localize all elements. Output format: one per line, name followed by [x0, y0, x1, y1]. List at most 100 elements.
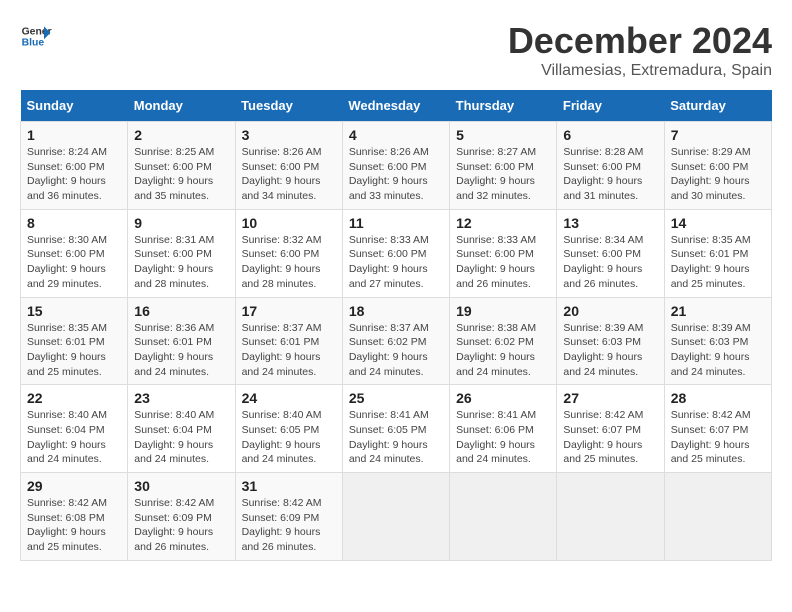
page-title: December 2024: [508, 20, 772, 62]
day-number: 9: [134, 215, 228, 231]
daylight-label: Daylight: 9 hours and 27 minutes.: [349, 263, 428, 290]
daylight-label: Daylight: 9 hours and 24 minutes.: [242, 439, 321, 466]
day-info: Sunrise: 8:41 AM Sunset: 6:05 PM Dayligh…: [349, 408, 443, 467]
daylight-label: Daylight: 9 hours and 24 minutes.: [242, 351, 321, 378]
daylight-label: Daylight: 9 hours and 25 minutes.: [27, 526, 106, 553]
day-info: Sunrise: 8:27 AM Sunset: 6:00 PM Dayligh…: [456, 145, 550, 204]
sunrise-label: Sunrise: 8:30 AM: [27, 234, 107, 246]
day-info: Sunrise: 8:37 AM Sunset: 6:01 PM Dayligh…: [242, 321, 336, 380]
sunrise-label: Sunrise: 8:42 AM: [134, 497, 214, 509]
day-info: Sunrise: 8:38 AM Sunset: 6:02 PM Dayligh…: [456, 321, 550, 380]
day-number: 17: [242, 303, 336, 319]
sunset-label: Sunset: 6:06 PM: [456, 424, 534, 436]
sunset-label: Sunset: 6:07 PM: [671, 424, 749, 436]
day-info: Sunrise: 8:42 AM Sunset: 6:07 PM Dayligh…: [671, 408, 765, 467]
calendar-cell: 23 Sunrise: 8:40 AM Sunset: 6:04 PM Dayl…: [128, 385, 235, 473]
header: General Blue December 2024 Villamesias, …: [20, 20, 772, 80]
daylight-label: Daylight: 9 hours and 24 minutes.: [134, 439, 213, 466]
daylight-label: Daylight: 9 hours and 31 minutes.: [563, 175, 642, 202]
daylight-label: Daylight: 9 hours and 24 minutes.: [563, 351, 642, 378]
daylight-label: Daylight: 9 hours and 32 minutes.: [456, 175, 535, 202]
weekday-header-wednesday: Wednesday: [342, 90, 449, 122]
sunset-label: Sunset: 6:01 PM: [134, 336, 212, 348]
daylight-label: Daylight: 9 hours and 28 minutes.: [134, 263, 213, 290]
calendar-cell: 6 Sunrise: 8:28 AM Sunset: 6:00 PM Dayli…: [557, 122, 664, 210]
day-info: Sunrise: 8:28 AM Sunset: 6:00 PM Dayligh…: [563, 145, 657, 204]
day-number: 14: [671, 215, 765, 231]
day-number: 28: [671, 390, 765, 406]
day-info: Sunrise: 8:26 AM Sunset: 6:00 PM Dayligh…: [242, 145, 336, 204]
calendar-week-row: 29 Sunrise: 8:42 AM Sunset: 6:08 PM Dayl…: [21, 473, 772, 561]
calendar-cell: 25 Sunrise: 8:41 AM Sunset: 6:05 PM Dayl…: [342, 385, 449, 473]
calendar-cell: 31 Sunrise: 8:42 AM Sunset: 6:09 PM Dayl…: [235, 473, 342, 561]
logo: General Blue: [20, 20, 52, 52]
calendar-cell: 1 Sunrise: 8:24 AM Sunset: 6:00 PM Dayli…: [21, 122, 128, 210]
daylight-label: Daylight: 9 hours and 24 minutes.: [349, 439, 428, 466]
day-number: 5: [456, 127, 550, 143]
calendar-cell: 4 Sunrise: 8:26 AM Sunset: 6:00 PM Dayli…: [342, 122, 449, 210]
sunset-label: Sunset: 6:00 PM: [349, 248, 427, 260]
weekday-header-tuesday: Tuesday: [235, 90, 342, 122]
day-number: 23: [134, 390, 228, 406]
calendar-cell: 20 Sunrise: 8:39 AM Sunset: 6:03 PM Dayl…: [557, 297, 664, 385]
sunrise-label: Sunrise: 8:37 AM: [349, 322, 429, 334]
weekday-header-row: SundayMondayTuesdayWednesdayThursdayFrid…: [21, 90, 772, 122]
sunset-label: Sunset: 6:00 PM: [134, 248, 212, 260]
day-info: Sunrise: 8:33 AM Sunset: 6:00 PM Dayligh…: [349, 233, 443, 292]
sunrise-label: Sunrise: 8:39 AM: [671, 322, 751, 334]
calendar-cell: 30 Sunrise: 8:42 AM Sunset: 6:09 PM Dayl…: [128, 473, 235, 561]
sunrise-label: Sunrise: 8:26 AM: [349, 146, 429, 158]
sunrise-label: Sunrise: 8:42 AM: [27, 497, 107, 509]
sunrise-label: Sunrise: 8:36 AM: [134, 322, 214, 334]
day-info: Sunrise: 8:40 AM Sunset: 6:05 PM Dayligh…: [242, 408, 336, 467]
sunset-label: Sunset: 6:08 PM: [27, 512, 105, 524]
day-number: 31: [242, 478, 336, 494]
day-info: Sunrise: 8:39 AM Sunset: 6:03 PM Dayligh…: [671, 321, 765, 380]
daylight-label: Daylight: 9 hours and 26 minutes.: [242, 526, 321, 553]
calendar-cell: 7 Sunrise: 8:29 AM Sunset: 6:00 PM Dayli…: [664, 122, 771, 210]
day-number: 22: [27, 390, 121, 406]
sunset-label: Sunset: 6:03 PM: [563, 336, 641, 348]
day-info: Sunrise: 8:24 AM Sunset: 6:00 PM Dayligh…: [27, 145, 121, 204]
day-number: 10: [242, 215, 336, 231]
sunrise-label: Sunrise: 8:41 AM: [456, 409, 536, 421]
sunset-label: Sunset: 6:00 PM: [563, 248, 641, 260]
sunrise-label: Sunrise: 8:42 AM: [563, 409, 643, 421]
daylight-label: Daylight: 9 hours and 25 minutes.: [671, 439, 750, 466]
sunset-label: Sunset: 6:05 PM: [349, 424, 427, 436]
day-info: Sunrise: 8:37 AM Sunset: 6:02 PM Dayligh…: [349, 321, 443, 380]
day-info: Sunrise: 8:33 AM Sunset: 6:00 PM Dayligh…: [456, 233, 550, 292]
sunrise-label: Sunrise: 8:40 AM: [242, 409, 322, 421]
sunset-label: Sunset: 6:09 PM: [134, 512, 212, 524]
day-number: 29: [27, 478, 121, 494]
day-number: 13: [563, 215, 657, 231]
calendar-cell: [557, 473, 664, 561]
day-info: Sunrise: 8:35 AM Sunset: 6:01 PM Dayligh…: [671, 233, 765, 292]
day-info: Sunrise: 8:36 AM Sunset: 6:01 PM Dayligh…: [134, 321, 228, 380]
day-info: Sunrise: 8:30 AM Sunset: 6:00 PM Dayligh…: [27, 233, 121, 292]
calendar-cell: 8 Sunrise: 8:30 AM Sunset: 6:00 PM Dayli…: [21, 209, 128, 297]
sunrise-label: Sunrise: 8:41 AM: [349, 409, 429, 421]
sunrise-label: Sunrise: 8:37 AM: [242, 322, 322, 334]
calendar-week-row: 1 Sunrise: 8:24 AM Sunset: 6:00 PM Dayli…: [21, 122, 772, 210]
sunrise-label: Sunrise: 8:39 AM: [563, 322, 643, 334]
weekday-header-thursday: Thursday: [450, 90, 557, 122]
sunrise-label: Sunrise: 8:26 AM: [242, 146, 322, 158]
weekday-header-saturday: Saturday: [664, 90, 771, 122]
day-number: 25: [349, 390, 443, 406]
sunset-label: Sunset: 6:09 PM: [242, 512, 320, 524]
calendar-cell: 10 Sunrise: 8:32 AM Sunset: 6:00 PM Dayl…: [235, 209, 342, 297]
sunset-label: Sunset: 6:07 PM: [563, 424, 641, 436]
day-number: 18: [349, 303, 443, 319]
day-info: Sunrise: 8:40 AM Sunset: 6:04 PM Dayligh…: [134, 408, 228, 467]
daylight-label: Daylight: 9 hours and 24 minutes.: [134, 351, 213, 378]
calendar-cell: [342, 473, 449, 561]
sunrise-label: Sunrise: 8:33 AM: [456, 234, 536, 246]
sunrise-label: Sunrise: 8:25 AM: [134, 146, 214, 158]
sunset-label: Sunset: 6:00 PM: [349, 161, 427, 173]
sunset-label: Sunset: 6:05 PM: [242, 424, 320, 436]
calendar-cell: [450, 473, 557, 561]
sunrise-label: Sunrise: 8:35 AM: [671, 234, 751, 246]
sunrise-label: Sunrise: 8:40 AM: [27, 409, 107, 421]
day-info: Sunrise: 8:29 AM Sunset: 6:00 PM Dayligh…: [671, 145, 765, 204]
